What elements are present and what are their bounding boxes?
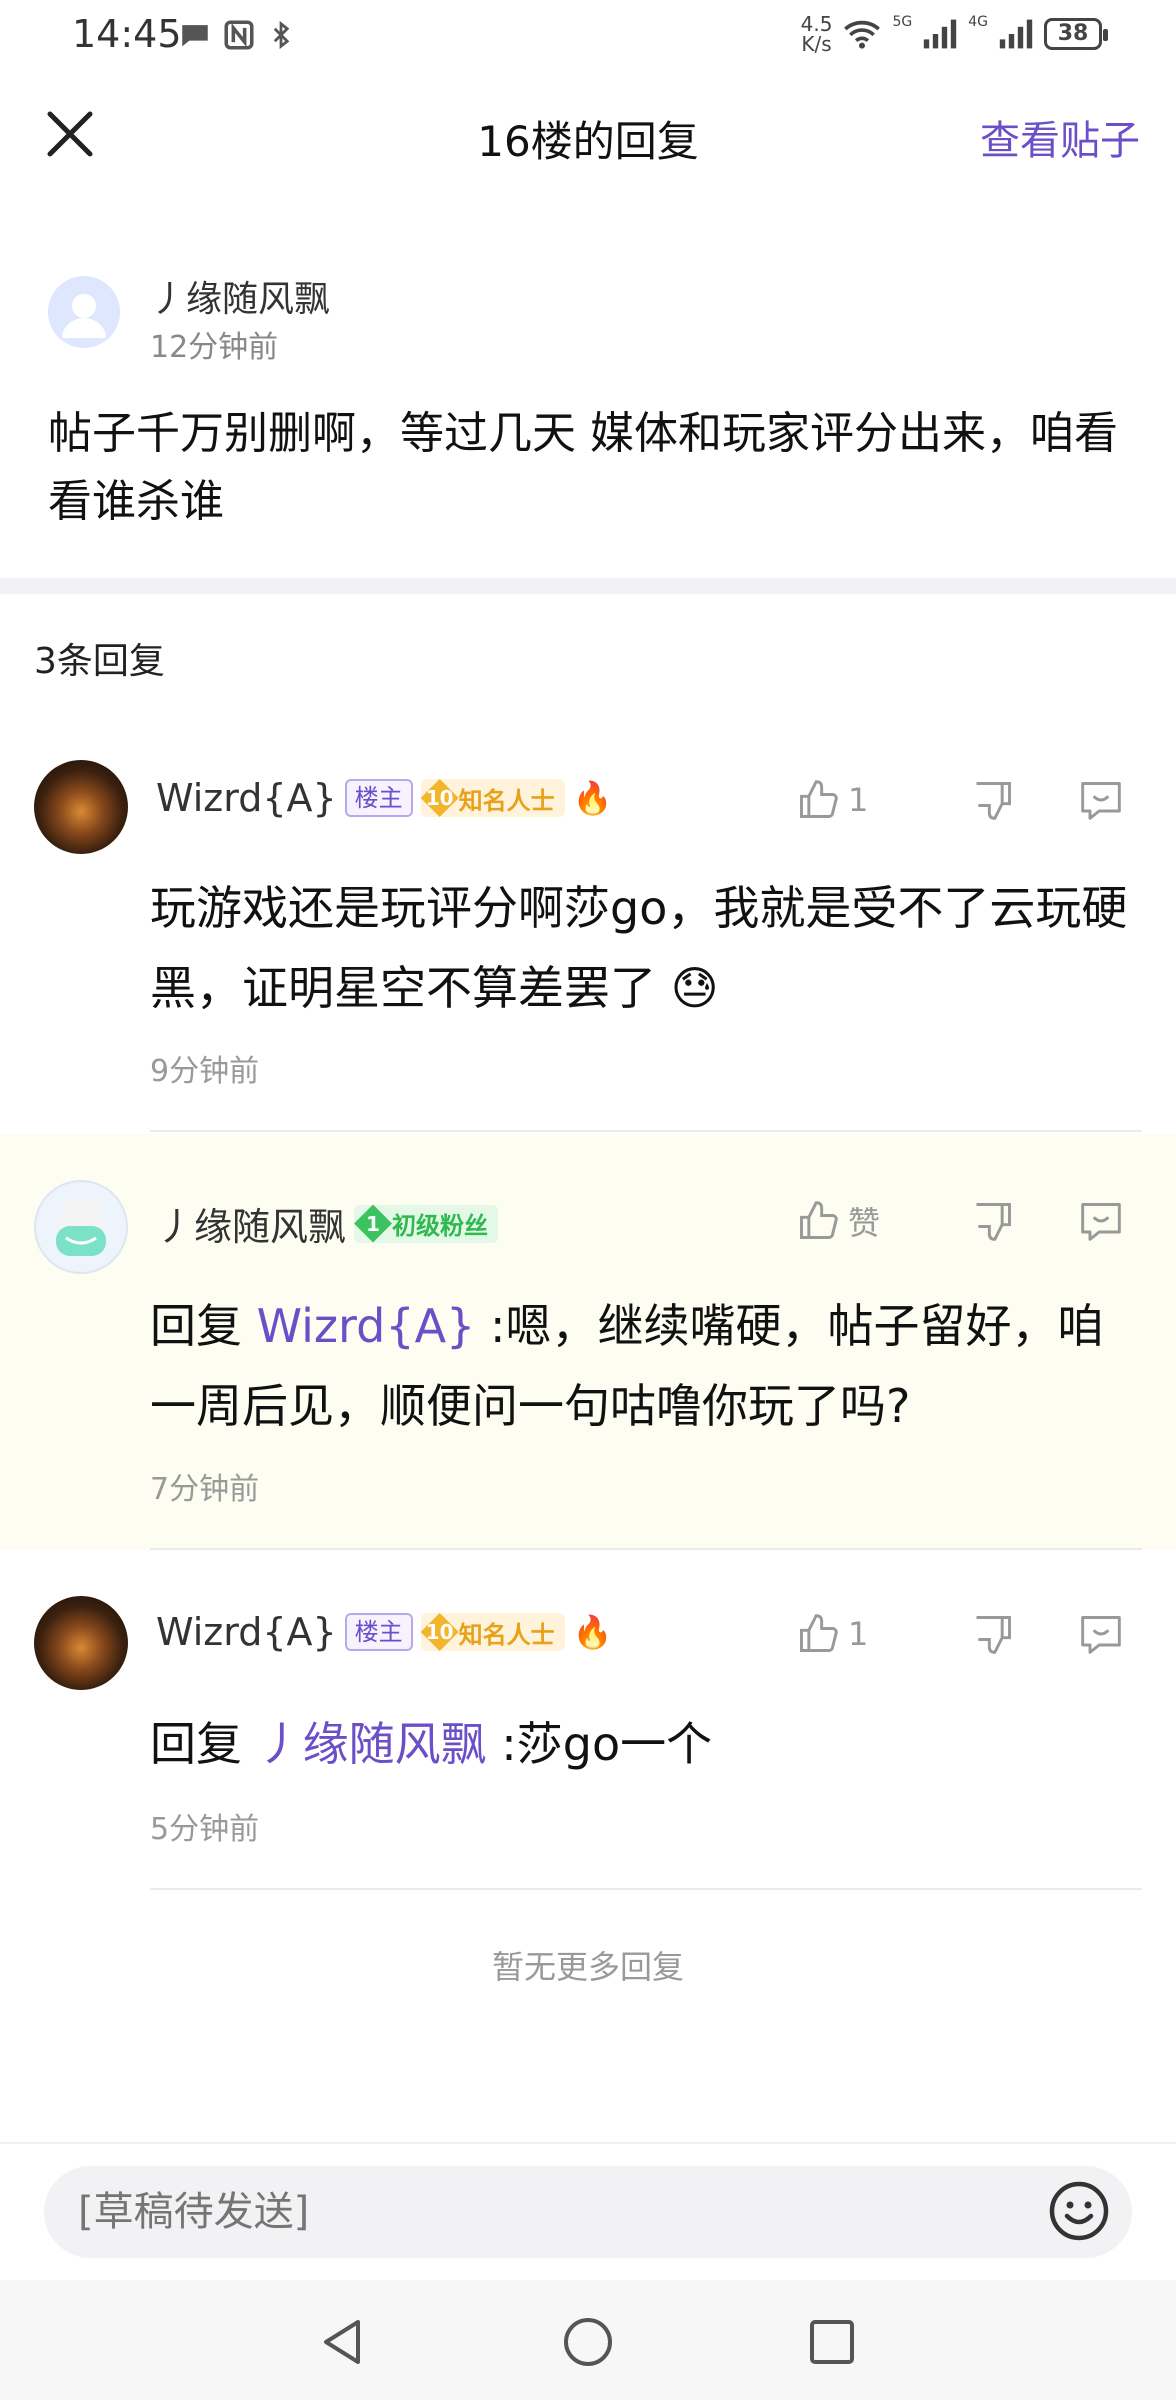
reply-content: 回复 丿缘随风飘 :莎go一个 [150, 1717, 713, 1771]
avatar[interactable] [34, 1596, 128, 1690]
reply-author-name[interactable]: 丿缘随风飘 [156, 1196, 346, 1251]
level-title: 知名人士 [458, 1620, 555, 1649]
battery-indicator: 38 [1044, 18, 1108, 50]
status-time: 14:45 [72, 12, 182, 56]
reply-count: 3条回复 [34, 641, 165, 682]
divider [150, 1130, 1142, 1132]
like-button[interactable]: 1 [796, 778, 916, 822]
emoji-button[interactable] [1048, 2180, 1110, 2242]
wifi-icon [844, 20, 881, 49]
thumb-up-icon [800, 1614, 838, 1652]
thumb-down-icon [976, 1203, 1011, 1241]
reply-content: 回复 Wizrd{A} :嗯，继续嘴硬，帖子留好，咱一周后见，顺便问一句咕噜你玩… [150, 1299, 1104, 1433]
mention-link[interactable]: Wizrd{A} [257, 1299, 476, 1353]
level-number: 1 [354, 1204, 393, 1243]
dislike-button[interactable] [958, 1612, 1028, 1656]
owner-badge: 楼主 [344, 779, 413, 817]
op-content: 帖子千万别删啊，等过几天 媒体和玩家评分出来，咱看看谁杀谁 [48, 408, 1118, 527]
fire-badge-icon: 🔥 [572, 1613, 613, 1651]
reply-author-row: Wizrd{A} 楼主 10 知名人士 🔥 [156, 1610, 613, 1654]
comment-button[interactable] [1066, 1199, 1136, 1243]
like-count: 赞 [848, 1204, 881, 1242]
reply-author-name[interactable]: Wizrd{A} [156, 776, 337, 820]
avatar[interactable] [48, 276, 120, 348]
net-speed: 4.5 K/s [800, 12, 833, 56]
home-circle-icon [564, 2318, 612, 2366]
reply-actions: 赞 [796, 1198, 1136, 1244]
level-title: 知名人士 [458, 786, 555, 815]
no-more-replies: 暂无更多回复 [491, 1948, 684, 1986]
smiley-icon [1049, 2181, 1109, 2241]
reply-actions: 1 [796, 778, 1136, 822]
comment-icon [1081, 782, 1121, 820]
comment-button[interactable] [1066, 1612, 1136, 1656]
status-left-icons [178, 18, 296, 52]
mention-link[interactable]: 丿缘随风飘 [257, 1717, 487, 1771]
reply-item: Wizrd{A} 楼主 10 知名人士 🔥 1 玩游戏还是玩评分啊莎go，我就是受… [0, 720, 1176, 1132]
nav-home-button[interactable] [558, 2312, 618, 2372]
level-number: 10 [420, 1613, 459, 1651]
avatar[interactable] [34, 760, 128, 854]
nfc-icon [224, 20, 254, 50]
thumb-down-icon [976, 1616, 1011, 1654]
like-button[interactable]: 1 [796, 1612, 916, 1656]
fire-badge-icon: 🔥 [572, 779, 613, 817]
level-badge: 1 初级粉丝 [354, 1204, 499, 1243]
level-badge: 10 知名人士 [420, 1613, 565, 1651]
like-button[interactable]: 赞 [796, 1198, 916, 1244]
op-time: 12分钟前 [150, 330, 279, 365]
signal-icon-2 [999, 19, 1033, 49]
like-count: 1 [848, 1615, 869, 1653]
reply-time: 5分钟前 [150, 1812, 260, 1847]
avatar[interactable] [34, 1180, 128, 1274]
bluetooth-icon [273, 20, 290, 50]
comment-button[interactable] [1066, 778, 1136, 822]
view-post-link[interactable]: 查看贴子 [980, 108, 1140, 166]
section-divider [0, 578, 1176, 594]
signal-5g-label: 5G [892, 14, 913, 30]
dislike-button[interactable] [958, 778, 1028, 822]
thumb-up-icon [800, 1201, 838, 1239]
divider [150, 1548, 1142, 1550]
level-badge: 10 知名人士 [420, 779, 565, 817]
reply-item: 丿缘随风飘 1 初级粉丝 赞 回复 Wizrd{A} :嗯，继续嘴硬，帖子留好，咱… [0, 1134, 1176, 1550]
thumb-up-icon [800, 780, 838, 818]
dislike-button[interactable] [958, 1199, 1028, 1243]
status-right-icons: 4.5 K/s 5G 4G 38 [800, 12, 1108, 56]
reply-content: 玩游戏还是玩评分啊莎go，我就是受不了云玩硬黑，证明星空不算差罢了 😓 [150, 881, 1128, 1015]
like-count: 1 [848, 781, 869, 819]
reply-input[interactable] [44, 2166, 1132, 2258]
reply-author-row: 丿缘随风飘 1 初级粉丝 [156, 1196, 499, 1251]
nav-back-button[interactable] [312, 2312, 372, 2372]
divider [150, 1888, 1142, 1890]
sweat-emoji-icon: 😓 [670, 961, 719, 1015]
level-number: 10 [420, 779, 459, 817]
message-icon [182, 25, 208, 47]
thumb-down-icon [976, 782, 1011, 820]
reply-time: 9分钟前 [150, 1054, 260, 1089]
reply-actions: 1 [796, 1612, 1136, 1656]
recents-square-icon [810, 2320, 854, 2364]
comment-icon [1081, 1616, 1121, 1654]
back-triangle-icon [324, 2320, 360, 2364]
reply-author-name[interactable]: Wizrd{A} [156, 1610, 337, 1654]
op-author-name[interactable]: 丿缘随风飘 [150, 270, 330, 322]
default-avatar-icon [62, 294, 106, 338]
reply-author-row: Wizrd{A} 楼主 10 知名人士 🔥 [156, 776, 613, 820]
reply-time: 7分钟前 [150, 1472, 260, 1507]
level-title: 初级粉丝 [392, 1212, 489, 1240]
nav-recents-button[interactable] [802, 2312, 862, 2372]
signal-4g-label: 4G [968, 14, 988, 30]
comment-icon [1081, 1203, 1121, 1241]
mask-avatar-icon [56, 1198, 106, 1256]
owner-badge: 楼主 [344, 1613, 413, 1651]
signal-icon [924, 19, 957, 49]
reply-item: Wizrd{A} 楼主 10 知名人士 🔥 1 回复 丿缘随风飘 :莎go一个 5… [0, 1552, 1176, 1892]
